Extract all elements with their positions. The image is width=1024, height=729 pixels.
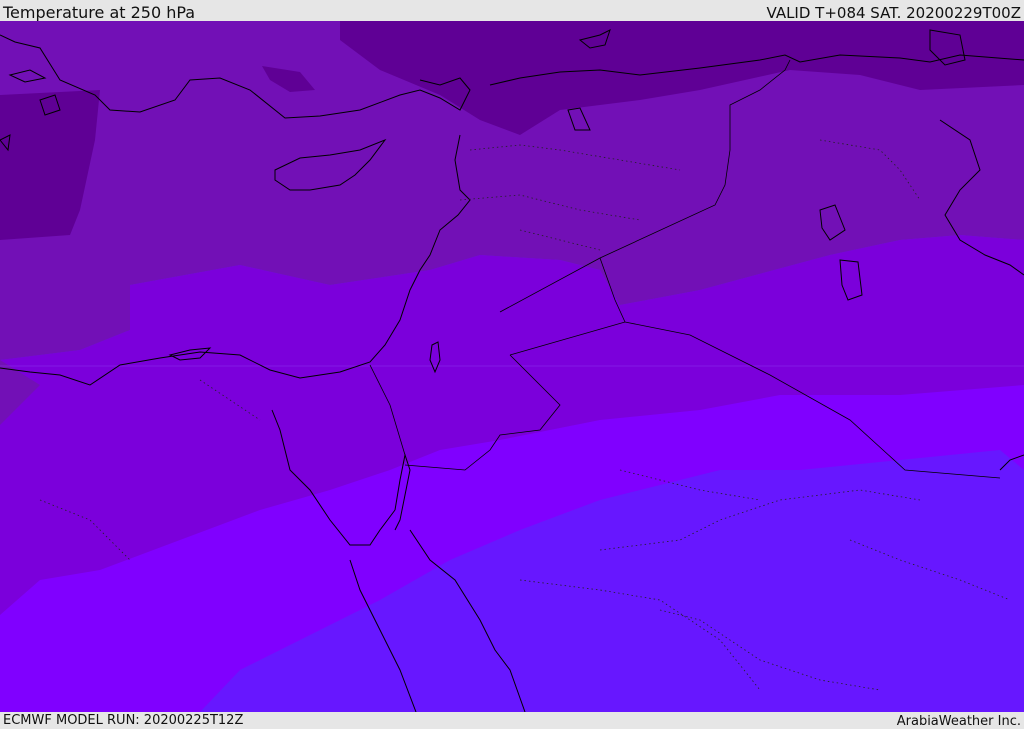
credit-label: ArabiaWeather Inc. [896, 714, 1021, 729]
weather-map [0, 21, 1024, 712]
valid-time: VALID T+084 SAT. 20200229T00Z [766, 4, 1021, 22]
map-title: Temperature at 250 hPa [3, 3, 196, 22]
model-run-label: ECMWF MODEL RUN: 20200225T12Z [3, 713, 244, 728]
